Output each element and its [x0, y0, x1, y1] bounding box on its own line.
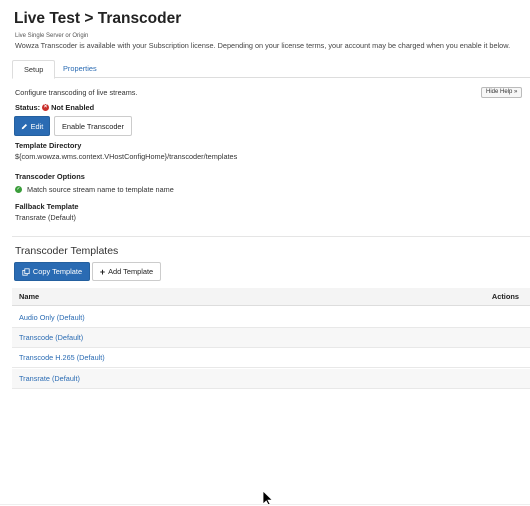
add-template-button[interactable]: + Add Template — [92, 262, 161, 281]
column-name: Name — [19, 292, 40, 301]
template-link[interactable]: Transcode (Default) — [19, 333, 83, 342]
page-title: Live Test > Transcoder — [14, 10, 182, 27]
plus-icon: + — [99, 266, 106, 277]
configure-description: Configure transcoding of live streams. — [15, 88, 138, 97]
table-row[interactable]: Audio Only (Default) — [12, 308, 530, 328]
fallback-template-label: Fallback Template — [15, 202, 79, 211]
hide-help-button[interactable]: Hide Help » — [481, 87, 523, 98]
column-actions: Actions — [491, 292, 519, 301]
pencil-icon — [21, 123, 27, 129]
templates-table-header: Name Actions — [12, 288, 530, 306]
enable-transcoder-button[interactable]: Enable Transcoder — [54, 116, 132, 136]
x-circle-icon: × — [42, 104, 50, 111]
status-value: Not Enabled — [51, 103, 95, 112]
server-type-subtitle: Live Single Server or Origin — [15, 33, 89, 39]
section-divider — [12, 236, 530, 237]
template-link[interactable]: Audio Only (Default) — [19, 313, 85, 322]
check-circle-icon: ✓ — [15, 186, 22, 193]
table-row[interactable]: Transrate (Default) — [12, 369, 530, 389]
template-directory-label: Template Directory — [15, 141, 82, 150]
option-match-label: Match source stream name to template nam… — [27, 185, 174, 194]
copy-template-button[interactable]: Copy Template — [14, 262, 90, 281]
tab-properties[interactable]: Properties — [52, 60, 108, 78]
option-match-stream-name: ✓ Match source stream name to template n… — [15, 185, 174, 194]
template-link[interactable]: Transrate (Default) — [19, 374, 80, 383]
templates-heading: Transcoder Templates — [15, 245, 119, 257]
status-row: Status: × Not Enabled — [15, 103, 94, 112]
add-template-label: Add Template — [108, 267, 154, 276]
table-row[interactable]: Transcode (Default) — [12, 328, 530, 348]
tab-bar: Setup Properties — [12, 60, 530, 79]
template-link[interactable]: Transcode H.265 (Default) — [19, 353, 105, 362]
edit-button-label: Edit — [30, 121, 44, 131]
fallback-template-value: Transrate (Default) — [15, 213, 76, 222]
status-label: Status: — [15, 103, 41, 112]
edit-button[interactable]: Edit — [14, 116, 50, 136]
table-row[interactable]: Transcode H.265 (Default) — [12, 348, 530, 368]
transcoder-options-label: Transcoder Options — [15, 172, 85, 181]
copy-template-label: Copy Template — [32, 267, 83, 276]
bottom-border — [0, 504, 530, 505]
template-directory-value: ${com.wowza.wms.context.VHostConfigHome}… — [15, 152, 238, 161]
tab-setup[interactable]: Setup — [12, 60, 56, 79]
copy-icon — [22, 267, 30, 276]
license-note: Wowza Transcoder is available with your … — [15, 41, 511, 50]
